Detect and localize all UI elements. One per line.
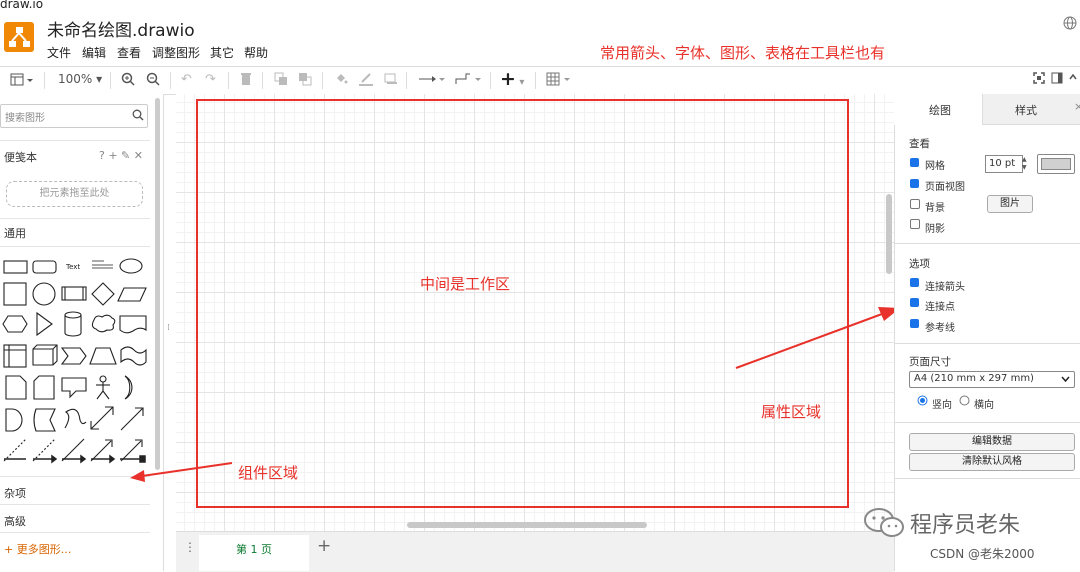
view-panels-icon[interactable] [10,72,36,88]
format-panel-icon[interactable] [1051,72,1063,88]
guides-checkbox[interactable] [910,319,919,328]
grid-color-button[interactable] [1037,154,1075,174]
properties-arrow [735,307,900,369]
delete-icon[interactable] [240,72,252,88]
canvas-horizontal-scrollbar[interactable] [407,522,647,528]
grid-checkbox[interactable] [910,158,919,167]
chevron-down-icon [1061,376,1070,383]
properties-annotation: 属性区域 [761,403,822,421]
menu-arrange[interactable]: 调整图形 [152,44,200,61]
undo-icon[interactable]: ↶ [181,72,192,88]
connection-arrows-label: 连接箭头 [925,282,965,293]
advanced-shapes-title[interactable]: 高级 [4,513,26,529]
line-color-icon[interactable] [358,72,374,88]
scratchpad-tools[interactable]: ? + ✎ ✕ [99,149,143,162]
document-title[interactable]: 未命名绘图.drawio [47,16,195,41]
add-page-button[interactable]: + [317,536,331,556]
to-back-icon[interactable] [298,72,312,88]
paper-size-select[interactable]: A4 (210 mm x 297 mm) [909,371,1075,388]
collapse-icon[interactable] [1068,72,1078,88]
more-shapes-link[interactable]: + 更多图形... [4,541,71,557]
wechat-logo-icon [864,508,904,537]
connection-arrow-icon[interactable] [418,72,446,88]
insert-plus-icon[interactable]: + ▾ [500,68,524,90]
shape-search-input[interactable]: 搜索图形 [0,104,148,128]
zoom-in-icon[interactable] [121,72,135,88]
redo-icon[interactable]: ↷ [205,72,216,88]
text-shape-label: Text [65,263,80,271]
components-annotation: 组件区域 [238,464,299,482]
shape-panel-scrollbar[interactable] [155,98,160,470]
table-icon[interactable] [546,72,574,88]
shadow-icon[interactable] [384,72,398,88]
background-image-button[interactable]: 图片 [987,195,1033,213]
url-fragment: draw.io [0,0,44,11]
grid-size-stepper[interactable]: ▲ ▼ [1022,156,1028,172]
shape-library-panel: 搜索图形 便笺本 ? + ✎ ✕ 把元素拖至此处 通用 Text 杂项 高级 +… [0,94,164,571]
drawio-logo-icon [4,22,34,52]
components-arrow [130,462,233,482]
menu-extras[interactable]: 其它 [210,44,234,61]
menu-view[interactable]: 查看 [117,44,141,61]
toolbar: 100% ▾ ↶ ↷ + ▾ [0,66,1080,95]
grid-label: 网格 [925,161,945,172]
shadow-checkbox[interactable] [910,219,920,229]
connection-points-checkbox[interactable] [910,298,919,307]
page-view-checkbox[interactable] [910,179,919,188]
shadow-label: 阴影 [925,224,945,235]
misc-shapes-title[interactable]: 杂项 [4,485,26,501]
landscape-label: 横向 [974,400,994,411]
background-checkbox[interactable] [910,199,920,209]
background-label: 背景 [925,203,945,214]
search-icon [132,109,144,121]
csdn-watermark: CSDN @老朱2000 [930,547,1035,561]
workspace-annotation: 中间是工作区 [420,275,511,293]
edit-data-button[interactable]: 编辑数据 [909,433,1075,451]
general-shapes-palette[interactable]: Text [0,254,150,469]
waypoints-icon[interactable] [454,72,482,88]
fullscreen-icon[interactable] [1033,72,1045,88]
scratchpad-dropzone[interactable]: 把元素拖至此处 [6,181,143,207]
portrait-label: 竖向 [932,400,952,411]
page-size-section-title: 页面尺寸 [909,356,951,368]
pages-menu-icon[interactable]: ⋮ [184,540,196,554]
options-section-title: 选项 [909,258,930,270]
language-globe-icon[interactable] [1063,15,1077,30]
tab-diagram[interactable]: 绘图 [894,94,982,125]
zoom-select[interactable]: 100% ▾ [58,72,102,88]
wechat-watermark: 程序员老朱 [910,513,1021,538]
guides-label: 参考线 [925,323,955,334]
page-tab-1[interactable]: 第 1 页 [199,535,309,571]
page-view-label: 页面视图 [925,182,965,193]
toolbar-annotation: 常用箭头、字体、图形、表格在工具栏也有 [600,44,886,62]
panel-resize-handle[interactable]: ⁞ [167,323,170,333]
menu-edit[interactable]: 编辑 [82,44,106,61]
grid-size-input[interactable]: 10 pt [985,155,1023,173]
zoom-out-icon[interactable] [146,72,160,88]
scratchpad-title[interactable]: 便笺本 [4,149,37,165]
connection-arrows-checkbox[interactable] [910,278,919,287]
canvas-vertical-scrollbar[interactable] [886,194,892,274]
tab-style[interactable]: 样式 × [982,94,1080,125]
clear-default-style-button[interactable]: 清除默认风格 [909,453,1075,471]
landscape-radio[interactable] [959,395,970,406]
general-shapes-title[interactable]: 通用 [4,225,26,241]
menu-help[interactable]: 帮助 [244,44,268,61]
connection-points-label: 连接点 [925,302,955,313]
fill-color-icon[interactable] [334,72,348,88]
view-section-title: 查看 [909,138,930,150]
portrait-radio[interactable] [917,395,928,406]
menu-file[interactable]: 文件 [47,44,71,61]
to-front-icon[interactable] [274,72,288,88]
